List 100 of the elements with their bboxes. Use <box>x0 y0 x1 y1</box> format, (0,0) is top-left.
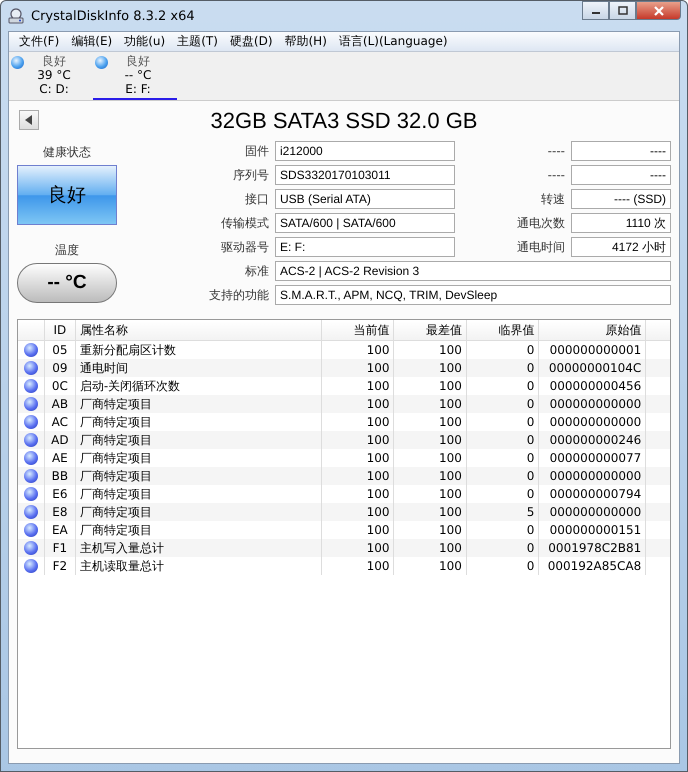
status-ball-icon <box>24 433 38 447</box>
menu-item[interactable]: 主题(T) <box>171 33 224 50</box>
table-cell: 100 <box>322 467 394 485</box>
column-header[interactable]: 当前值 <box>322 320 394 340</box>
health-status-button[interactable]: 良好 <box>17 165 117 225</box>
info-label: 通电时间 <box>516 239 565 256</box>
table-cell: 000192A85CA8 <box>538 557 646 575</box>
disk-model-title: 32GB SATA3 SSD 32.0 GB <box>210 108 478 134</box>
column-header[interactable]: 原始值 <box>538 320 646 340</box>
table-cell: 主机写入量总计 <box>75 539 322 557</box>
column-header[interactable]: ID <box>44 320 76 340</box>
status-ball-icon <box>24 379 38 393</box>
menu-item[interactable]: 文件(F) <box>13 33 66 50</box>
temperature-label: 温度 <box>55 242 79 259</box>
status-ball-icon <box>24 541 38 555</box>
left-triangle-icon <box>25 115 33 125</box>
info-value: S.M.A.R.T., APM, NCQ, TRIM, DevSleep <box>275 285 671 305</box>
info-label: 序列号 <box>232 167 269 184</box>
window-title: CrystalDiskInfo 8.3.2 x64 <box>31 8 195 24</box>
temperature-button[interactable]: -- °C <box>17 263 117 303</box>
info-value: ---- (SSD) <box>571 189 671 209</box>
status-ball-icon <box>24 361 38 375</box>
table-cell: 0 <box>466 395 539 413</box>
table-cell: AB <box>44 395 76 413</box>
table-cell: 000000000246 <box>538 431 646 449</box>
table-cell: 厂商特定项目 <box>75 431 322 449</box>
menu-item[interactable]: 帮助(H) <box>278 33 333 50</box>
table-cell: 100 <box>394 359 466 377</box>
table-cell: 通电时间 <box>75 359 322 377</box>
status-ball-icon <box>24 415 38 429</box>
table-cell: 厂商特定项目 <box>75 395 322 413</box>
info-label: 通电次数 <box>516 215 565 232</box>
status-ball-icon <box>11 56 24 69</box>
table-cell: 0001978C2B81 <box>538 539 646 557</box>
table-cell: 100 <box>394 431 466 449</box>
status-ball-icon <box>24 451 38 465</box>
info-label: 标准 <box>244 263 269 280</box>
menu-item[interactable]: 编辑(E) <box>65 33 118 50</box>
table-cell: 100 <box>322 395 394 413</box>
health-status-label: 健康状态 <box>43 144 91 161</box>
status-ball-icon <box>24 487 38 501</box>
disk-tab[interactable]: 良好 39 °C C: D: <box>9 52 93 100</box>
info-value: ---- <box>571 165 671 185</box>
info-label: 驱动器号 <box>220 239 269 256</box>
table-cell: 100 <box>394 557 466 575</box>
maximize-icon <box>618 6 628 15</box>
menu-item[interactable]: 功能(u) <box>118 33 172 50</box>
table-cell: 厂商特定项目 <box>75 467 322 485</box>
info-value: E: F: <box>275 237 455 257</box>
table-cell: 0 <box>466 467 539 485</box>
info-value: USB (Serial ATA) <box>275 189 455 209</box>
info-label: 支持的功能 <box>208 287 269 304</box>
table-cell: 100 <box>322 539 394 557</box>
table-cell: AD <box>44 431 76 449</box>
table-cell: 00000000104C <box>538 359 646 377</box>
table-cell: BB <box>44 467 76 485</box>
info-label: 接口 <box>244 191 269 208</box>
table-cell: E8 <box>44 503 76 521</box>
table-cell: 厂商特定项目 <box>75 503 322 521</box>
table-cell: 0 <box>466 539 539 557</box>
info-label: ---- <box>546 167 565 184</box>
info-value: ---- <box>571 141 671 161</box>
table-cell: 100 <box>322 503 394 521</box>
previous-disk-button[interactable] <box>19 110 39 130</box>
status-ball-icon <box>24 523 38 537</box>
table-cell: 100 <box>322 557 394 575</box>
table-cell: 100 <box>322 431 394 449</box>
table-cell: 100 <box>322 359 394 377</box>
info-label: 转速 <box>540 191 565 208</box>
info-label: ---- <box>546 143 565 160</box>
info-value: i212000 <box>275 141 455 161</box>
menu-item[interactable]: 硬盘(D) <box>224 33 278 50</box>
menu-item[interactable]: 语言(L)(Language) <box>332 33 454 50</box>
table-cell: 100 <box>394 395 466 413</box>
status-ball-icon <box>24 397 38 411</box>
status-ball-icon <box>95 56 108 69</box>
table-cell: 000000000000 <box>538 503 646 521</box>
maximize-button[interactable] <box>609 1 636 20</box>
table-cell: 000000000000 <box>538 395 646 413</box>
table-cell: 100 <box>394 503 466 521</box>
table-cell: 0 <box>466 431 539 449</box>
minimize-button[interactable] <box>582 1 609 20</box>
info-value: 1110 次 <box>571 213 671 233</box>
status-ball-icon <box>24 505 38 519</box>
table-cell: F1 <box>44 539 76 557</box>
info-value: SDS3320170103011 <box>275 165 455 185</box>
column-header[interactable]: 最差值 <box>394 320 466 340</box>
info-value: SATA/600 | SATA/600 <box>275 213 455 233</box>
table-cell: 5 <box>466 503 539 521</box>
table-cell: 0 <box>466 557 539 575</box>
column-header[interactable]: 临界值 <box>466 320 539 340</box>
info-label: 传输模式 <box>220 215 269 232</box>
disk-drive-icon <box>7 7 25 25</box>
table-cell: 100 <box>394 467 466 485</box>
status-ball-icon <box>24 559 38 573</box>
close-button[interactable] <box>636 1 681 20</box>
info-value: ACS-2 | ACS-2 Revision 3 <box>275 261 671 281</box>
table-cell: F2 <box>44 557 76 575</box>
status-ball-icon <box>24 343 38 357</box>
column-header[interactable]: 属性名称 <box>75 320 322 340</box>
